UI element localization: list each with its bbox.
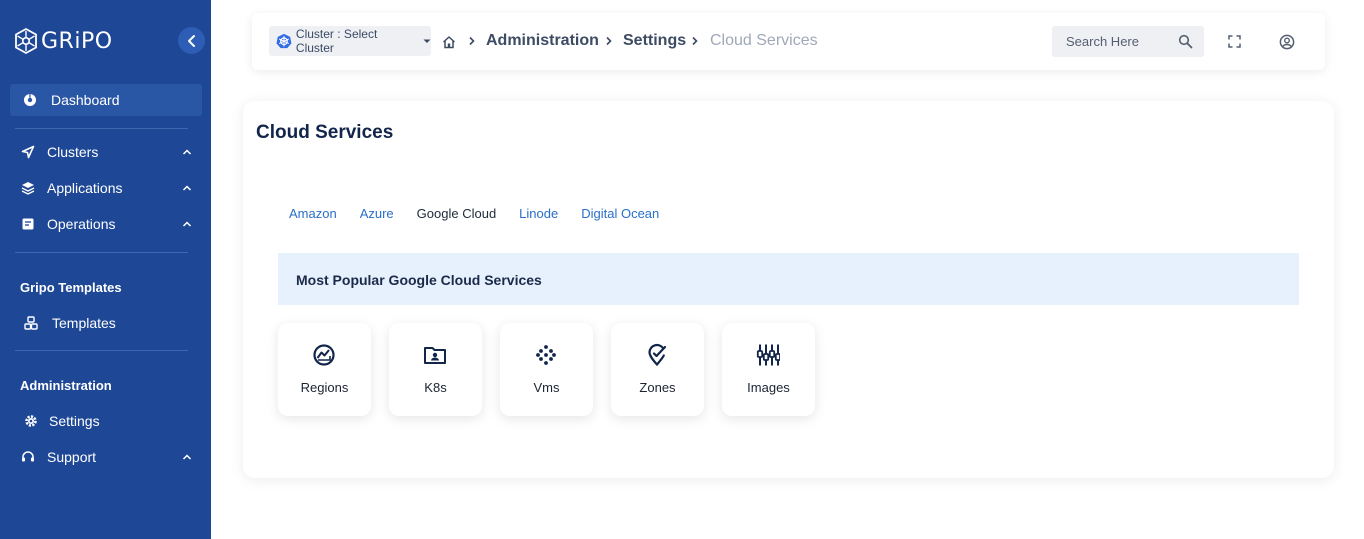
sidebar: GRiPO Dashboard Clusters Applications Op… [0, 0, 211, 539]
tab-linode[interactable]: Linode [519, 206, 558, 221]
sidebar-item-label: Support [47, 449, 97, 465]
service-tile-regions[interactable]: Regions [278, 323, 371, 416]
sidebar-divider [15, 350, 188, 351]
images-icon [756, 344, 780, 366]
chevron-left-icon [187, 34, 195, 47]
breadcrumb-separator-icon [469, 36, 475, 46]
operations-icon [20, 216, 36, 232]
vms-icon [536, 345, 556, 365]
send-icon [20, 144, 36, 160]
sidebar-item-label: Clusters [47, 144, 99, 160]
dashboard-icon [22, 92, 38, 108]
search-box [1052, 26, 1204, 57]
breadcrumb-separator-icon [692, 36, 698, 46]
chevron-up-icon [182, 221, 192, 227]
provider-tabs: Amazon Azure Google Cloud Linode Digital… [289, 206, 682, 221]
regions-icon [313, 344, 335, 366]
service-tile-label: Images [747, 380, 790, 395]
search-icon[interactable] [1178, 34, 1193, 49]
service-tile-zones[interactable]: Zones [611, 323, 704, 416]
chevron-up-icon [182, 185, 192, 191]
section-title-templates: Gripo Templates [20, 280, 122, 295]
breadcrumb-administration[interactable]: Administration [486, 32, 599, 50]
top-bar: Cluster : Select Cluster Administration … [252, 13, 1325, 70]
user-account-icon[interactable] [1279, 34, 1295, 50]
page-title: Cloud Services [256, 122, 394, 143]
headset-icon [20, 449, 36, 465]
sidebar-collapse-button[interactable] [178, 27, 205, 54]
sidebar-divider [15, 252, 188, 253]
logo-text: GRiPO [41, 28, 113, 54]
tab-google-cloud[interactable]: Google Cloud [417, 206, 497, 221]
tab-digital-ocean[interactable]: Digital Ocean [581, 206, 659, 221]
k8s-folder-icon [424, 347, 446, 364]
sidebar-item-clusters[interactable]: Clusters [4, 136, 202, 168]
tab-azure[interactable]: Azure [360, 206, 394, 221]
fullscreen-icon[interactable] [1228, 35, 1241, 48]
sidebar-item-label: Dashboard [51, 92, 120, 108]
cluster-select-value: Cluster : Select Cluster [295, 27, 378, 55]
templates-icon [23, 315, 39, 331]
breadcrumb-settings[interactable]: Settings [623, 32, 686, 50]
cluster-select[interactable]: Cluster : Select Cluster [269, 26, 431, 56]
popular-services-banner: Most Popular Google Cloud Services [278, 253, 1299, 305]
cloud-services-card: Cloud Services Amazon Azure Google Cloud… [243, 101, 1334, 478]
logo[interactable]: GRiPO [12, 26, 113, 56]
chevron-up-icon [182, 149, 192, 155]
service-tile-images[interactable]: Images [722, 323, 815, 416]
sidebar-item-label: Applications [47, 180, 123, 196]
breadcrumb-current: Cloud Services [710, 32, 818, 49]
service-tile-vms[interactable]: Vms [500, 323, 593, 416]
gripo-logo-icon [15, 27, 37, 55]
section-title-administration: Administration [20, 378, 112, 393]
home-icon[interactable] [442, 35, 456, 49]
service-tile-k8s[interactable]: K8s [389, 323, 482, 416]
chevron-up-icon [182, 454, 192, 460]
service-tile-label: Regions [300, 380, 349, 395]
zones-icon [648, 343, 667, 366]
sidebar-item-applications[interactable]: Applications [4, 172, 202, 204]
sidebar-item-label: Templates [52, 315, 116, 331]
service-tile-label: Vms [533, 380, 560, 395]
service-tile-label: Zones [639, 380, 676, 395]
tab-amazon[interactable]: Amazon [289, 206, 337, 221]
banner-text: Most Popular Google Cloud Services [296, 272, 542, 288]
breadcrumb-separator-icon [606, 36, 612, 46]
sidebar-item-support[interactable]: Support [4, 441, 202, 473]
sidebar-item-label: Settings [49, 413, 100, 429]
sidebar-divider [15, 128, 188, 129]
caret-down-icon [423, 39, 431, 43]
sidebar-item-templates[interactable]: Templates [10, 307, 202, 339]
gear-icon [23, 413, 39, 429]
sidebar-item-settings[interactable]: Settings [10, 405, 202, 437]
search-input[interactable] [1052, 26, 1177, 57]
service-tile-label: K8s [424, 380, 447, 395]
sidebar-item-dashboard[interactable]: Dashboard [10, 84, 202, 116]
sidebar-item-operations[interactable]: Operations [4, 208, 202, 240]
sidebar-item-label: Operations [47, 216, 116, 232]
layers-icon [20, 180, 36, 196]
kubernetes-icon [276, 33, 292, 49]
